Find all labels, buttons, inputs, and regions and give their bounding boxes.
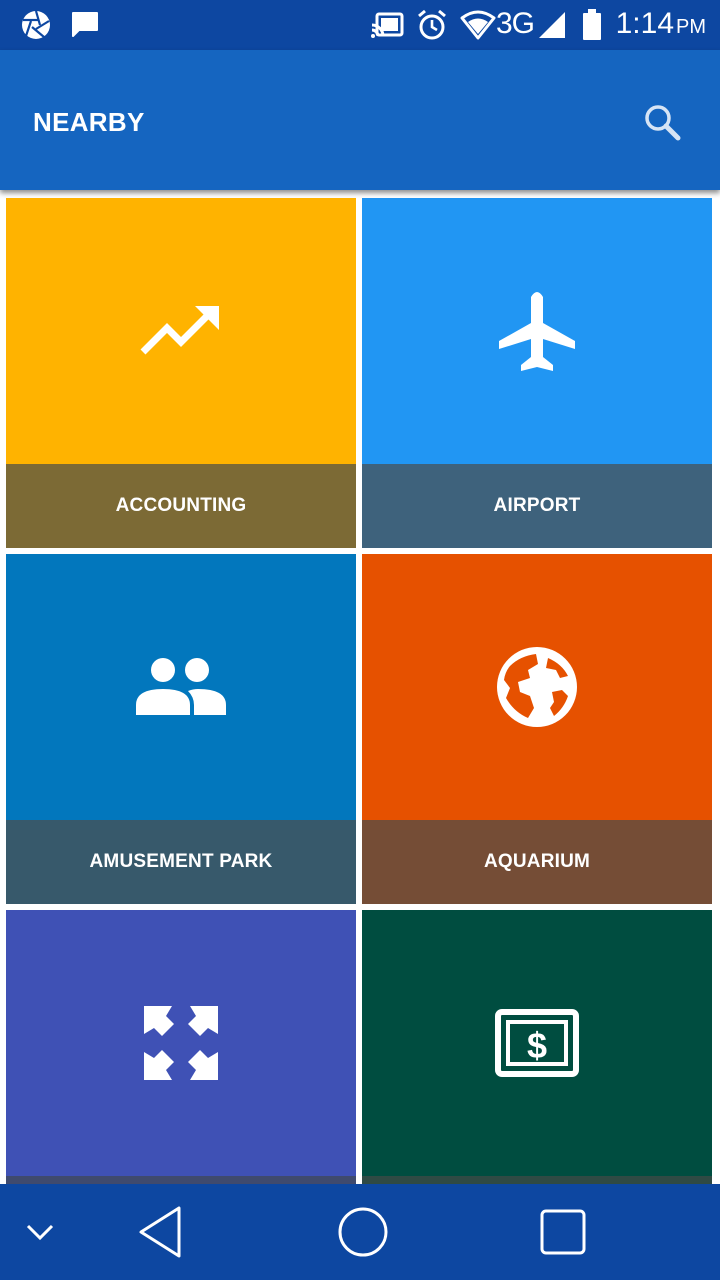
tile-label bbox=[362, 1176, 712, 1184]
search-icon bbox=[645, 105, 681, 141]
battery-icon bbox=[583, 9, 601, 40]
globe-icon bbox=[497, 647, 577, 727]
tile-label: AIRPORT bbox=[362, 464, 712, 548]
category-tile-amusement-park[interactable]: AMUSEMENT PARK bbox=[6, 554, 356, 904]
signal-icon bbox=[539, 12, 565, 38]
people-icon bbox=[136, 658, 226, 715]
tile-icon-area bbox=[362, 198, 712, 464]
shutter-icon bbox=[22, 10, 50, 39]
clock: 1:14 PM bbox=[616, 7, 706, 41]
airplane-icon bbox=[499, 292, 575, 371]
navigation-bar bbox=[0, 1184, 720, 1280]
status-bar: 3G 1:14 PM bbox=[0, 0, 720, 50]
tile-icon-area bbox=[6, 198, 356, 464]
app-bar: NEARBY bbox=[0, 50, 720, 190]
network-type: 3G bbox=[496, 7, 535, 40]
category-tile-5[interactable] bbox=[6, 910, 356, 1184]
svg-text:$: $ bbox=[527, 1025, 547, 1066]
category-tile-aquarium[interactable]: AQUARIUM bbox=[362, 554, 712, 904]
category-grid: ACCOUNTING AIRPORT AMUSEMENT PARK AQUARI… bbox=[0, 192, 720, 1184]
tile-label: ACCOUNTING bbox=[6, 464, 356, 548]
category-tile-6[interactable]: $ bbox=[362, 910, 712, 1184]
alarm-icon bbox=[418, 9, 446, 40]
tile-label: AQUARIUM bbox=[362, 820, 712, 904]
chevron-down-icon[interactable] bbox=[25, 1222, 55, 1242]
back-icon[interactable] bbox=[137, 1205, 183, 1259]
cast-icon bbox=[371, 12, 404, 38]
tile-label: AMUSEMENT PARK bbox=[6, 820, 356, 904]
money-icon: $ bbox=[495, 1009, 579, 1077]
search-button[interactable] bbox=[640, 100, 686, 146]
trending-up-icon bbox=[140, 306, 219, 355]
tile-icon-area bbox=[362, 554, 712, 820]
fullscreen-icon bbox=[144, 1006, 218, 1080]
clock-time: 1:14 bbox=[615, 7, 674, 40]
recents-icon[interactable] bbox=[540, 1209, 586, 1255]
page-title: NEARBY bbox=[33, 107, 145, 137]
tile-icon-area bbox=[6, 910, 356, 1176]
category-tile-airport[interactable]: AIRPORT bbox=[362, 198, 712, 548]
home-icon[interactable] bbox=[337, 1206, 389, 1258]
tile-icon-area bbox=[6, 554, 356, 820]
message-icon bbox=[72, 12, 98, 37]
wifi-icon bbox=[460, 10, 496, 40]
category-tile-accounting[interactable]: ACCOUNTING bbox=[6, 198, 356, 548]
tile-icon-area: $ bbox=[362, 910, 712, 1176]
clock-ampm: PM bbox=[676, 16, 706, 38]
tile-label bbox=[6, 1176, 356, 1184]
